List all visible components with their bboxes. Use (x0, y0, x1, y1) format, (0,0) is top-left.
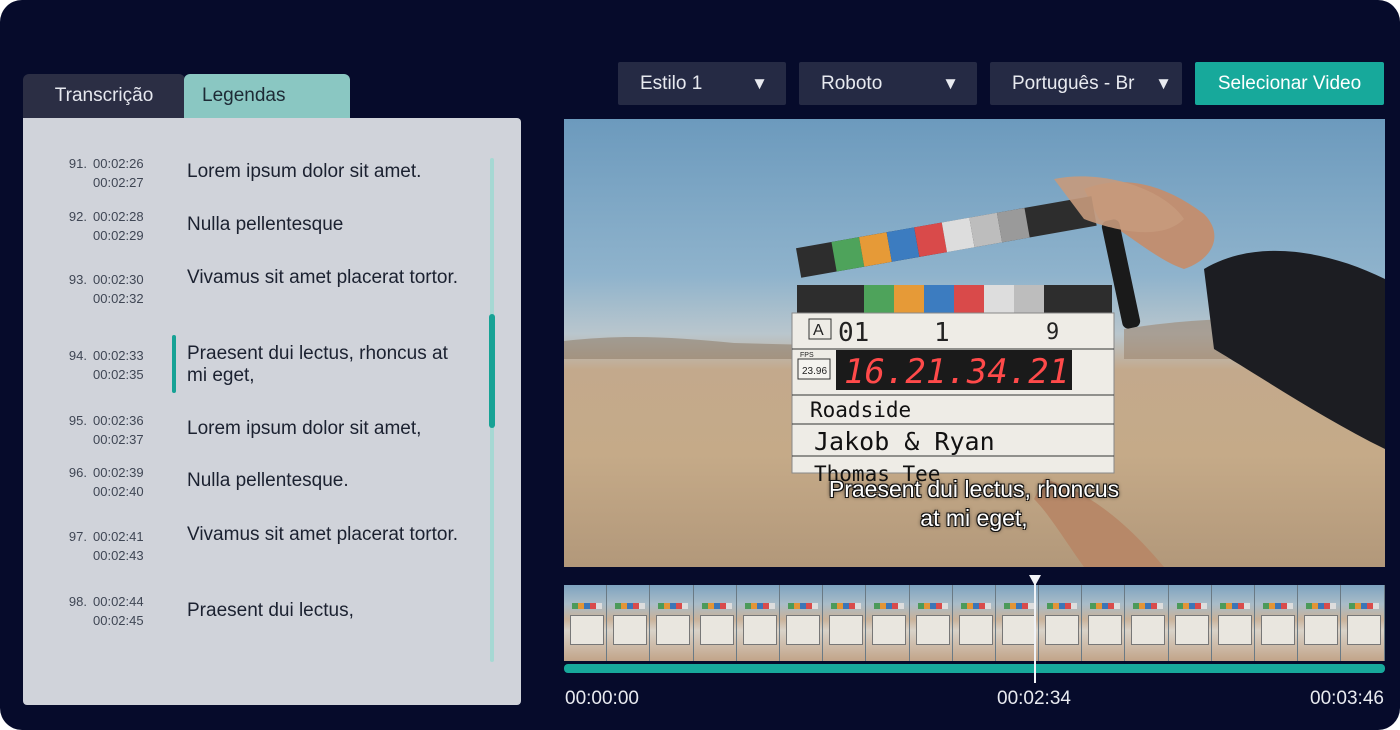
timeline-thumbnail[interactable] (650, 585, 694, 661)
subtitle-start-time: 00:02:39 (93, 465, 144, 480)
subtitle-text[interactable]: Lorem ipsum dolor sit amet. (187, 161, 472, 183)
subtitle-start-time: 00:02:30 (93, 272, 144, 287)
subtitle-text[interactable]: Nulla pellentesque (187, 214, 472, 236)
timeline-thumbnail[interactable] (1125, 585, 1169, 661)
timeline-thumbnail[interactable] (995, 585, 1040, 661)
timeline-playhead[interactable] (1034, 578, 1036, 683)
language-dropdown[interactable]: Português - Br ▼ (990, 62, 1182, 105)
timeline-thumbnail[interactable] (693, 585, 737, 661)
timeline-thumbnail[interactable] (866, 585, 910, 661)
font-dropdown[interactable]: Roboto ▼ (799, 62, 977, 105)
subtitle-start-time: 00:02:28 (93, 209, 144, 224)
timeline-progress-bar[interactable] (564, 664, 1385, 673)
svg-text:Roadside: Roadside (810, 398, 911, 422)
timeline-thumbnail[interactable] (1211, 585, 1255, 661)
style-dropdown-value: Estilo 1 (640, 73, 703, 94)
timeline-thumbnail[interactable] (607, 585, 651, 661)
timeline-thumbnail[interactable] (779, 585, 824, 661)
subtitle-start-time: 00:02:44 (93, 594, 144, 609)
subtitle-index: 95. (68, 413, 87, 428)
svg-text:9: 9 (1046, 320, 1059, 345)
subtitle-end-time: 00:02:43 (93, 548, 144, 563)
subtitle-index: 93. (68, 272, 87, 287)
font-dropdown-value: Roboto (821, 73, 883, 94)
svg-text:FPS: FPS (800, 352, 814, 359)
subtitle-end-time: 00:02:35 (93, 367, 144, 382)
caption-line-1: Praesent dui lectus, rhoncus (828, 476, 1120, 502)
select-video-button[interactable]: Selecionar Video (1195, 62, 1384, 105)
timeline-thumbnail[interactable] (823, 585, 867, 661)
subtitle-end-time: 00:02:32 (93, 291, 144, 306)
timeline-thumbnail[interactable] (736, 585, 780, 661)
tab-legendas[interactable]: Legendas (184, 74, 350, 118)
subtitle-text[interactable]: Praesent dui lectus, (187, 600, 472, 622)
subtitle-list-panel: 91. 00:02:26 00:02:27 Lorem ipsum dolor … (23, 118, 521, 705)
scrollbar-thumb[interactable] (489, 314, 495, 428)
svg-text:16.21.34.21: 16.21.34.21 (844, 352, 1069, 392)
svg-text:Jakob & Ryan: Jakob & Ryan (814, 427, 995, 456)
svg-text:1: 1 (934, 318, 950, 348)
timeline-thumbnail[interactable] (1168, 585, 1212, 661)
subtitle-end-time: 00:02:37 (93, 432, 144, 447)
active-indicator (172, 335, 176, 393)
timeline-thumbnail[interactable] (1255, 585, 1299, 661)
chevron-down-icon: ▼ (751, 74, 768, 93)
subtitle-text[interactable]: Praesent dui lectus, rhoncus at mi eget, (187, 343, 472, 387)
subtitle-text[interactable]: Vivamus sit amet placerat tortor. (187, 524, 472, 546)
timeline-thumbnail[interactable] (1298, 585, 1342, 661)
style-dropdown[interactable]: Estilo 1 ▼ (618, 62, 786, 105)
subtitle-text[interactable]: Vivamus sit amet placerat tortor. (187, 267, 472, 289)
chevron-down-icon: ▼ (942, 74, 959, 93)
svg-text:A: A (813, 322, 824, 339)
svg-text:23.96: 23.96 (802, 366, 827, 377)
subtitle-text[interactable]: Lorem ipsum dolor sit amet, (187, 418, 472, 440)
timeline-end-time: 00:03:46 (1310, 688, 1384, 709)
subtitle-index: 97. (68, 529, 87, 544)
timeline-thumbnail-strip[interactable] (564, 585, 1385, 661)
subtitle-start-time: 00:02:26 (93, 156, 144, 171)
timeline-thumbnail[interactable] (1039, 585, 1083, 661)
svg-text:01: 01 (838, 318, 869, 348)
subtitle-text[interactable]: Nulla pellentesque. (187, 470, 472, 492)
subtitle-index: 94. (68, 348, 87, 363)
timeline-thumbnail[interactable] (909, 585, 953, 661)
timeline-thumbnail[interactable] (1082, 585, 1126, 661)
subtitle-editor-app: Transcrição Legendas 91. 00:02:26 00:02:… (0, 0, 1400, 730)
timeline-thumbnail[interactable] (952, 585, 996, 661)
subtitle-end-time: 00:02:45 (93, 613, 144, 628)
video-preview[interactable]: FPS 23.96 16.21.34.21 A 01 1 9 Roadside … (564, 119, 1385, 567)
playhead-marker-icon[interactable] (1029, 575, 1041, 586)
subtitle-start-time: 00:02:36 (93, 413, 144, 428)
timeline-thumbnail[interactable] (1341, 585, 1385, 661)
timeline-current-time: 00:02:34 (997, 688, 1071, 709)
tab-transcricao[interactable]: Transcrição (23, 74, 185, 118)
subtitle-index: 92. (68, 209, 87, 224)
caption-line-2: at mi eget, (920, 505, 1028, 531)
subtitle-index: 91. (68, 156, 87, 171)
subtitle-start-time: 00:02:33 (93, 348, 144, 363)
subtitle-index: 96. (68, 465, 87, 480)
chevron-down-icon: ▼ (1155, 74, 1172, 93)
language-dropdown-value: Português - Br (1012, 73, 1135, 94)
timeline-thumbnail[interactable] (564, 585, 608, 661)
subtitle-start-time: 00:02:41 (93, 529, 144, 544)
subtitle-end-time: 00:02:29 (93, 228, 144, 243)
subtitle-index: 98. (68, 594, 87, 609)
subtitle-end-time: 00:02:40 (93, 484, 144, 499)
timeline-start-time: 00:00:00 (565, 688, 639, 709)
video-subtitle-overlay: Praesent dui lectus, rhoncus at mi eget, (774, 475, 1174, 533)
subtitle-end-time: 00:02:27 (93, 175, 144, 190)
